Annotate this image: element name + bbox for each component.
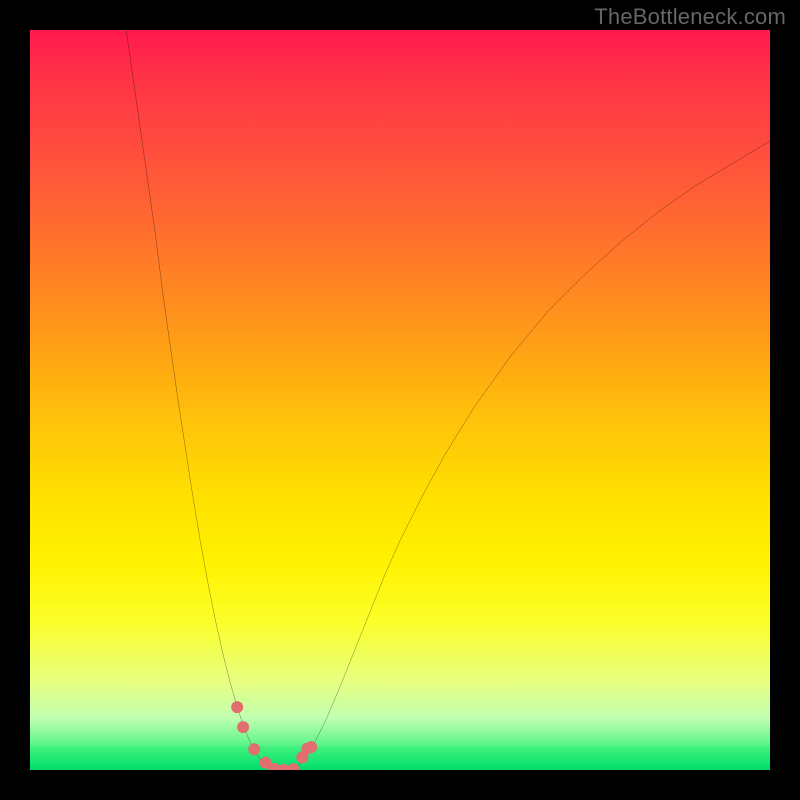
watermark-text: TheBottleneck.com: [594, 4, 786, 30]
marker-dot: [248, 743, 260, 755]
marker-dot: [231, 701, 243, 713]
marker-dot: [305, 741, 317, 753]
plot-area: [30, 30, 770, 770]
chart-frame: TheBottleneck.com: [0, 0, 800, 800]
curve-markers: [231, 701, 317, 770]
bottleneck-curve: [126, 30, 770, 770]
chart-svg: [30, 30, 770, 770]
marker-dot: [237, 721, 249, 733]
marker-dot: [287, 763, 299, 770]
